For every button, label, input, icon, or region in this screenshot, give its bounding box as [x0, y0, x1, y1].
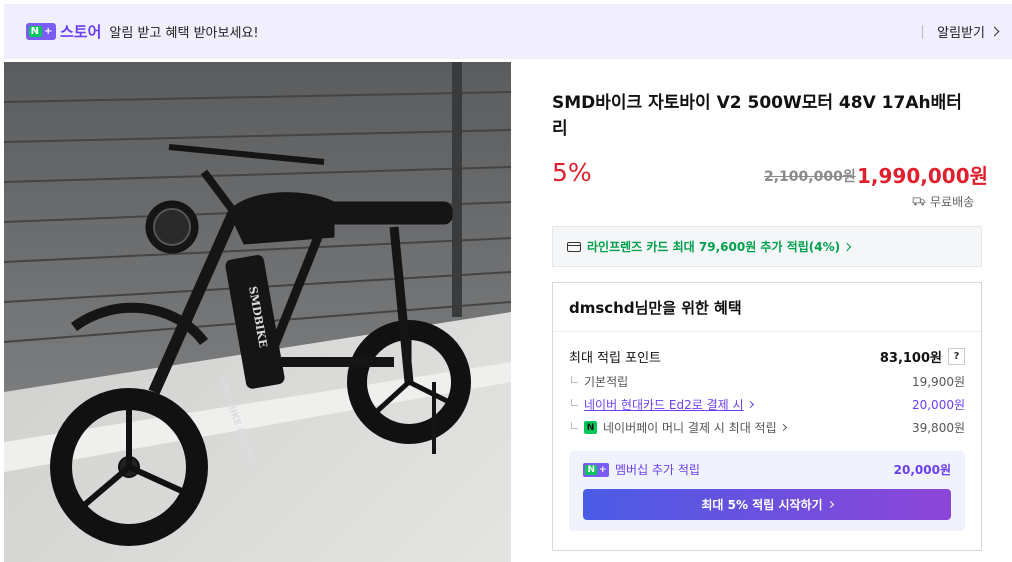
start-membership-label: 최대 5% 적립 시작하기 [701, 498, 823, 512]
notification-banner: N + 스토어 알림 받고 혜택 받아보세요! 알림받기 [4, 4, 1012, 59]
max-points-label: 최대 적립 포인트 [569, 351, 661, 366]
max-points-row: 최대 적립 포인트 83,100원 ? [569, 347, 965, 366]
basic-points-value: 19,900원 [911, 375, 965, 389]
chevron-right-icon [826, 500, 834, 509]
card-promo-link[interactable]: 라인프렌즈 카드 최대 79,600원 추가 적립(4%) [552, 226, 982, 267]
start-membership-button[interactable]: 최대 5% 적립 시작하기 [583, 489, 951, 520]
nplus-badge: N + [26, 23, 56, 40]
benefit-title: dmschd님만을 위한 혜택 [553, 283, 981, 332]
alarm-label: 알림받기 [937, 26, 985, 41]
membership-box: N + 멤버십 추가 적립 20,000원 최대 5% 적립 시작하기 [569, 451, 965, 531]
membership-label: 멤버십 추가 적립 [615, 463, 700, 477]
card-points-value: 20,000원 [911, 398, 965, 412]
product-image[interactable]: SMDBIKE CITY BIKE BOXING [4, 62, 511, 562]
shipping-label: 무료배송 [930, 195, 975, 209]
benefit-panel: dmschd님만을 위한 혜택 최대 적립 포인트 83,100원 ? 기본적립… [552, 282, 982, 551]
hyundai-card-link[interactable]: 네이버 현대카드 Ed2로 결제 시 [584, 396, 744, 413]
npay-points-value: 39,800원 [911, 421, 965, 435]
ebike-photo: SMDBIKE CITY BIKE BOXING [4, 62, 511, 562]
npay-icon: N [584, 421, 597, 434]
nplus-badge: N + [583, 462, 609, 477]
subscribe-alarm-button[interactable]: 알림받기 [922, 22, 1000, 41]
card-promo-text: 라인프렌즈 카드 최대 79,600원 추가 적립(4%) [587, 240, 841, 254]
basic-points-row: 기본적립 19,900원 [569, 373, 965, 390]
banner-notice: 알림 받고 혜택 받아보세요! [109, 26, 259, 41]
npay-points-label[interactable]: 네이버페이 머니 결제 시 최대 적립 [603, 419, 777, 436]
max-points-value: 83,100원 [879, 351, 942, 366]
product-title: SMD바이크 자토바이 V2 500W모터 48V 17Ah배터리 [552, 93, 962, 139]
chevron-right-icon [842, 242, 852, 251]
chevron-right-icon [779, 423, 787, 432]
shipping-info: 무료배송 [912, 193, 974, 210]
tree-branch-icon [571, 376, 578, 383]
membership-value: 20,000원 [893, 463, 951, 477]
store-label: 스토어 [60, 23, 102, 41]
chevron-right-icon [746, 400, 754, 409]
discount-rate: 5% [552, 158, 592, 187]
divider [922, 24, 924, 39]
sale-price: 1,990,000원 [857, 164, 989, 188]
chevron-right-icon [989, 26, 1000, 37]
help-button[interactable]: ? [948, 348, 965, 365]
card-points-row: 네이버 현대카드 Ed2로 결제 시 20,000원 [569, 396, 965, 413]
tree-branch-icon [571, 422, 578, 429]
truck-icon [912, 197, 926, 206]
credit-card-icon [567, 241, 581, 252]
basic-points-label: 기본적립 [584, 375, 629, 389]
original-price: 2,100,000원 [764, 169, 856, 185]
npay-points-row: N 네이버페이 머니 결제 시 최대 적립 39,800원 [569, 419, 965, 436]
tree-branch-icon [571, 399, 578, 406]
